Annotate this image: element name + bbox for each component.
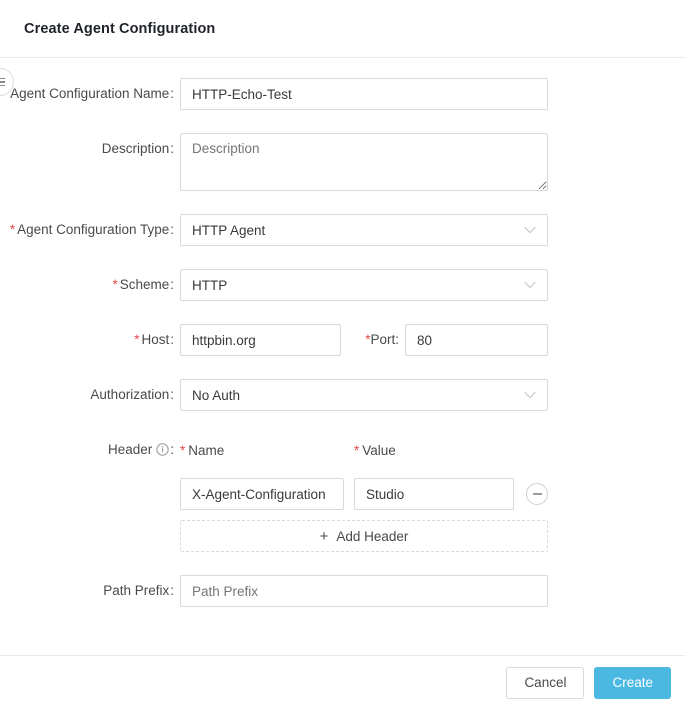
required-asterisk: * <box>180 442 186 458</box>
label-header: Header: <box>0 434 180 468</box>
label-text: Path Prefix <box>103 583 170 598</box>
label-authorization: Authorization: <box>0 379 180 411</box>
header-name-input[interactable] <box>180 478 344 510</box>
minus-circle-icon[interactable] <box>526 483 548 505</box>
label-text: Port <box>370 332 396 347</box>
form-row-scheme: * Scheme: HTTP <box>0 269 685 301</box>
form-row-description: Description: <box>0 133 685 191</box>
form-row-header-columns: Header: * Name * Value <box>0 434 685 468</box>
required-asterisk: * <box>354 442 360 458</box>
chevron-down-icon <box>524 226 536 234</box>
path-prefix-input[interactable] <box>180 575 548 607</box>
label-colon: : <box>170 277 174 292</box>
form-row-name: *Agent Configuration Name: <box>0 78 685 110</box>
label-colon: : <box>170 222 174 237</box>
label-text: Agent Configuration Name <box>10 86 170 101</box>
label-text: Host <box>141 332 170 347</box>
label-colon: : <box>170 387 174 402</box>
label-colon: : <box>170 86 174 101</box>
label-colon: : <box>170 442 174 457</box>
authorization-select[interactable]: No Auth <box>180 379 548 411</box>
required-asterisk: * <box>134 332 140 347</box>
agent-configuration-name-input[interactable] <box>180 78 548 110</box>
dialog-title-bar: Create Agent Configuration <box>0 0 685 58</box>
header-col-value-label: Value <box>362 442 396 458</box>
add-header-button[interactable]: + Add Header <box>180 520 548 552</box>
label-scheme: * Scheme: <box>0 269 180 301</box>
list-bars-icon <box>0 76 5 89</box>
form-row-path-prefix: Path Prefix: <box>0 575 685 607</box>
label-path-prefix: Path Prefix: <box>0 575 180 607</box>
form-row-header-entry <box>0 478 685 510</box>
scheme-select[interactable]: HTTP <box>180 269 548 301</box>
form-row-add-header: + Add Header <box>0 520 685 552</box>
label-text: Description <box>101 141 170 156</box>
create-agent-configuration-dialog: Create Agent Configuration *Agent Config… <box>0 0 685 710</box>
header-col-name: * Name <box>180 443 354 458</box>
dialog-footer: Cancel Create <box>0 655 685 710</box>
host-input[interactable] <box>180 324 341 356</box>
agent-configuration-type-value: HTTP Agent <box>192 222 266 238</box>
port-input[interactable] <box>405 324 548 356</box>
label-text: Header <box>107 442 153 457</box>
info-circle-icon[interactable] <box>156 436 169 468</box>
label-host: * Host: <box>0 324 180 356</box>
authorization-value: No Auth <box>192 387 241 403</box>
label-colon: : <box>170 583 174 598</box>
form-row-agent-type: * Agent Configuration Type: HTTP Agent <box>0 214 685 246</box>
page-title: Create Agent Configuration <box>24 20 216 37</box>
label-agent-configuration-name: *Agent Configuration Name: <box>0 78 180 110</box>
header-col-value: * Value <box>354 443 524 458</box>
header-col-name-label: Name <box>188 442 225 458</box>
scheme-value: HTTP <box>192 277 228 293</box>
description-textarea[interactable] <box>180 133 548 191</box>
label-agent-configuration-type: * Agent Configuration Type: <box>0 214 180 246</box>
form-row-authorization: Authorization: No Auth <box>0 379 685 411</box>
header-value-input[interactable] <box>354 478 514 510</box>
agent-configuration-form: *Agent Configuration Name: Description: … <box>0 58 685 655</box>
form-row-host-port: *Host: *Port: <box>0 324 685 356</box>
label-description: Description: <box>0 133 180 165</box>
chevron-down-icon <box>524 391 536 399</box>
label-text: Authorization <box>90 387 170 402</box>
required-asterisk: * <box>112 277 118 292</box>
add-header-label: Add Header <box>336 528 409 544</box>
cancel-button[interactable]: Cancel <box>506 667 585 699</box>
agent-configuration-type-select[interactable]: HTTP Agent <box>180 214 548 246</box>
label-text: Agent Configuration Type <box>17 222 170 237</box>
label-colon: : <box>170 141 174 156</box>
chevron-down-icon <box>524 281 536 289</box>
label-colon: : <box>395 332 399 347</box>
label-text: Scheme <box>119 277 170 292</box>
label-port: *Port: <box>341 324 405 356</box>
plus-icon: + <box>319 527 329 545</box>
required-asterisk: * <box>9 222 16 237</box>
create-button[interactable]: Create <box>594 667 671 699</box>
header-column-titles: * Name * Value <box>180 434 524 466</box>
label-colon: : <box>170 332 174 347</box>
